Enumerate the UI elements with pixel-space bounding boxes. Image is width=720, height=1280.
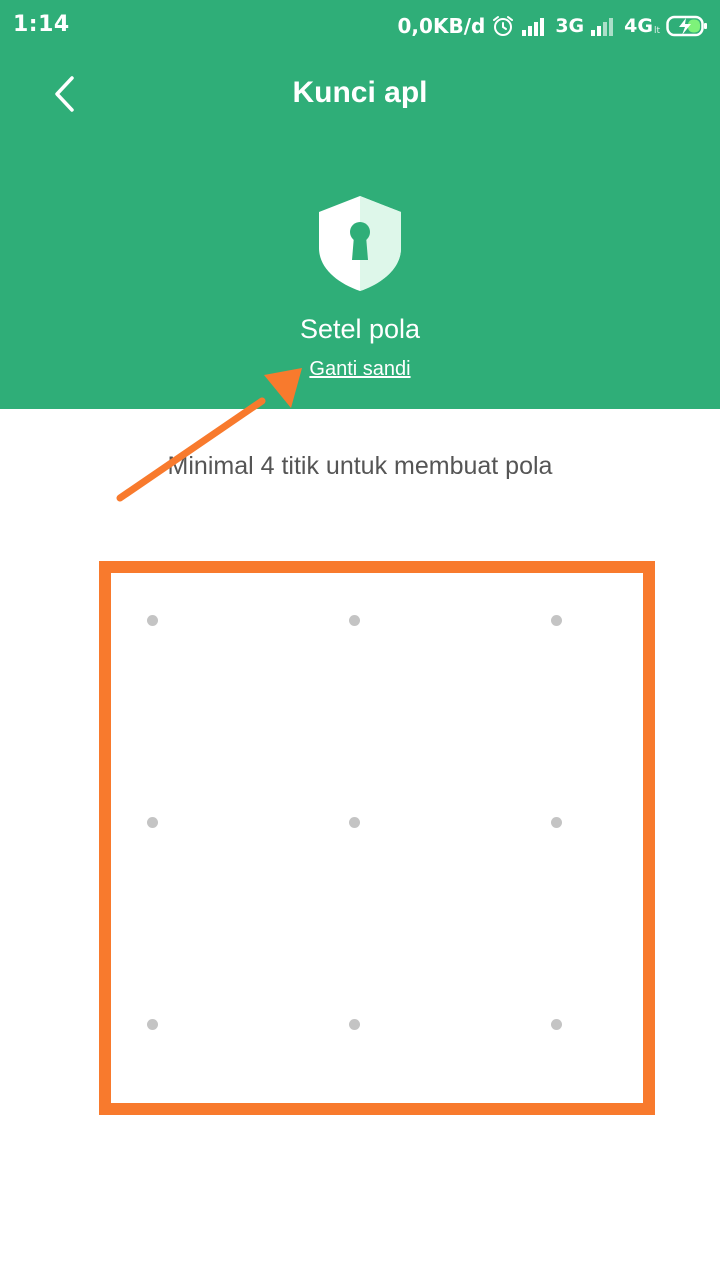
pattern-dot-3[interactable] [550,614,562,626]
status-icons: 0,0KB/d 3G 4G lt [398,10,708,42]
pattern-dot-4[interactable] [146,816,158,828]
pattern-dot-9[interactable] [550,1018,562,1030]
signal-icon-2 [590,16,618,36]
network-type-2: 4G [624,15,653,37]
status-bar: 1:14 0,0KB/d 3G 4G lt [0,0,720,52]
pattern-dot-8[interactable] [348,1018,360,1030]
network-type-2-sub: lt [653,26,660,36]
pattern-dot-7[interactable] [146,1018,158,1030]
pattern-title: Setel pola [299,314,421,344]
change-password-link-wrap: Ganti sandi [0,358,720,381]
pattern-dot-1[interactable] [146,614,158,626]
signal-icon-1 [521,16,549,36]
shield-keyhole-icon [319,196,401,291]
pattern-grid[interactable] [99,561,655,1115]
alarm-icon [491,14,515,38]
page-title: Kunci apl [292,76,428,109]
pattern-dot-2[interactable] [348,614,360,626]
pattern-hint: Minimal 4 titik untuk membuat pola [167,452,553,480]
battery-charging-icon [666,14,708,38]
header: 1:14 0,0KB/d 3G 4G lt Kunci apl Setel po… [0,0,720,409]
data-rate: 0,0KB/d [397,14,486,38]
app-lock-screen: 1:14 0,0KB/d 3G 4G lt Kunci apl Setel po… [0,0,720,1280]
change-password-link[interactable]: Ganti sandi [309,358,410,380]
status-time: 1:14 [13,12,70,37]
network-type-1: 3G [555,15,585,37]
pattern-dot-5[interactable] [348,816,360,828]
pattern-dot-6[interactable] [550,816,562,828]
